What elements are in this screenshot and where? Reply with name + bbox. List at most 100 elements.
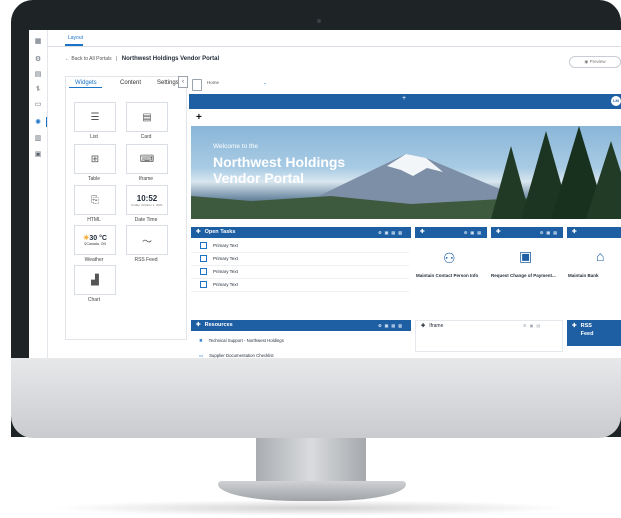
hero-welcome: Welcome to the: [213, 143, 259, 150]
resources-header: ✚ Resources ⚙▣▤▥: [191, 320, 411, 331]
quick-link-payment[interactable]: Request Change of Payment...: [491, 273, 556, 278]
task-row[interactable]: Primary Text: [191, 279, 409, 292]
bank-icon: ⌂: [596, 248, 605, 264]
widget-iframe-label: Iframe: [138, 176, 154, 182]
task-checkbox-icon: [200, 268, 207, 276]
payment-icon: ▣: [519, 248, 533, 264]
move-plus-icon[interactable]: ✚: [496, 229, 501, 235]
task-row[interactable]: Primary Text: [191, 240, 409, 253]
tab-content[interactable]: Content: [120, 80, 141, 86]
collapse-panel-button[interactable]: ‹: [178, 76, 188, 88]
monitor-icon[interactable]: ▭: [34, 101, 42, 108]
portal-gear-icon[interactable]: ✺: [34, 119, 42, 126]
person-icon: ⚇: [443, 250, 456, 266]
back-to-portals-link[interactable]: ← Back to All Portals: [65, 56, 112, 62]
monitor-shadow: [50, 500, 570, 516]
tab-widgets-underline: [69, 87, 102, 88]
page-select[interactable]: Home ⌄: [207, 80, 267, 86]
task-checkbox-icon: [200, 242, 207, 250]
widget-table-label: Table: [88, 176, 100, 182]
inbox-icon[interactable]: ▤: [34, 71, 42, 78]
quick-link-3-header: ✚: [567, 227, 621, 238]
move-plus-icon[interactable]: ✚: [196, 322, 201, 328]
widget-actions[interactable]: ⚙▣▤▥: [378, 227, 405, 238]
widget-weather[interactable]: ☀30 °C ⚲Canada, ON: [74, 225, 116, 255]
screen: ▦ ⚙ ▤ ⥮ ▭ ✺ ▥ ▣ Layout ← Back to All Por…: [29, 30, 621, 358]
monitor-stand-neck: [256, 438, 366, 483]
widget-rss-feed[interactable]: 〜: [126, 225, 168, 255]
move-plus-icon[interactable]: ✚: [196, 229, 201, 235]
quick-link-1-header: ✚ ⚙▣▤: [415, 227, 487, 238]
rail-active-indicator: [46, 117, 47, 127]
workflow-icon[interactable]: ⥮: [34, 86, 42, 93]
tab-layout-underline: [65, 44, 83, 46]
add-section-plus[interactable]: +: [402, 95, 406, 102]
app-rail: ▦ ⚙ ▤ ⥮ ▭ ✺ ▥ ▣: [29, 30, 48, 358]
task-checkbox-icon: [200, 281, 207, 289]
move-plus-icon[interactable]: ✚: [572, 322, 577, 330]
widget-html-label: HTML: [87, 217, 101, 223]
widget-actions[interactable]: ⚙▣▤▥: [378, 320, 405, 331]
widget-chart[interactable]: ▟: [74, 265, 116, 295]
clock-time: 10:52: [136, 193, 158, 203]
weather-temp: ☀30 °C: [83, 235, 107, 242]
hero-title: Northwest Holdings Vendor Portal: [213, 154, 346, 186]
quick-link-contact-info[interactable]: Maintain Contact Person Info: [416, 273, 478, 278]
rss-icon: 〜: [142, 236, 152, 248]
weather-location: ⚲Canada, ON: [83, 242, 107, 246]
widget-weather-label: Weather: [84, 257, 104, 263]
card-icon: ▤: [142, 111, 152, 123]
widget-list[interactable]: ☰: [74, 102, 116, 132]
monitor-stand-base: [218, 481, 406, 501]
widget-list-label: List: [90, 134, 98, 140]
widget-card-label: Card: [140, 134, 152, 140]
iframe-icon: ⌨: [139, 153, 155, 165]
resource-row[interactable]: ✖ Technical Support - Northwest Holdings: [191, 335, 409, 347]
task-checkbox-icon: [200, 255, 207, 263]
move-plus-icon[interactable]: ✚: [420, 229, 425, 235]
task-row[interactable]: Primary Text: [191, 266, 409, 279]
page-icon: [192, 79, 202, 91]
document-icon: ▭: [199, 353, 204, 358]
breadcrumb: ← Back to All Portals | Northwest Holdin…: [65, 56, 219, 62]
quick-link-2-header: ✚ ⚙▣▤: [491, 227, 563, 238]
widget-actions[interactable]: ⚙▣▤: [540, 227, 560, 238]
widget-date-time[interactable]: 10:52 Friday, October 1, 2021: [126, 185, 168, 215]
tab-layout[interactable]: Layout: [68, 35, 83, 41]
breadcrumb-separator: |: [116, 56, 118, 62]
link-icon: ✖: [199, 338, 203, 343]
task-row[interactable]: Primary Text: [191, 253, 409, 266]
quick-link-bank[interactable]: Maintain Bank: [568, 273, 599, 278]
move-plus-icon[interactable]: ✚: [572, 229, 577, 235]
list-icon: ☰: [90, 111, 100, 123]
widget-actions[interactable]: ⚙▣▤: [523, 323, 543, 328]
tab-widgets[interactable]: Widgets: [75, 80, 97, 86]
widget-html[interactable]: ⎘: [74, 185, 116, 215]
widget-actions[interactable]: ⚙▣▤: [464, 227, 484, 238]
html-icon: ⎘: [91, 194, 99, 206]
chevron-down-icon: ⌄: [263, 80, 267, 85]
widget-iframe[interactable]: ⌨: [126, 144, 168, 174]
avatar[interactable]: LM: [611, 96, 621, 106]
widget-table[interactable]: ⊞: [74, 144, 116, 174]
top-tab-bar: [47, 30, 621, 47]
preview-button[interactable]: ◉ Preview: [569, 56, 621, 68]
resource-row[interactable]: ▭ Supplier Documentation Checklist: [191, 350, 409, 358]
monitor-chin: [11, 358, 621, 438]
rss-widget-header: ✚ RSS Feed: [567, 320, 621, 346]
add-widget-plus[interactable]: +: [196, 112, 202, 123]
widget-date-time-label: Date Time: [134, 217, 158, 223]
open-tasks-header: ✚ Open Tasks ⚙▣▤▥: [191, 227, 411, 238]
analytics-icon[interactable]: ▥: [34, 135, 42, 142]
chart-icon: ▟: [91, 274, 99, 286]
camera: [317, 19, 321, 23]
tab-settings[interactable]: Settings: [157, 80, 179, 86]
page-title: Northwest Holdings Vendor Portal: [121, 56, 220, 62]
calendar-icon[interactable]: ▣: [34, 151, 42, 158]
settings-icon[interactable]: ⚙: [34, 56, 42, 63]
widget-chart-label: Chart: [87, 297, 101, 303]
widget-card[interactable]: ▤: [126, 102, 168, 132]
apps-grid-icon[interactable]: ▦: [34, 38, 42, 45]
widget-rss-feed-label: RSS Feed: [134, 257, 158, 263]
move-plus-icon[interactable]: ✚: [421, 323, 425, 329]
